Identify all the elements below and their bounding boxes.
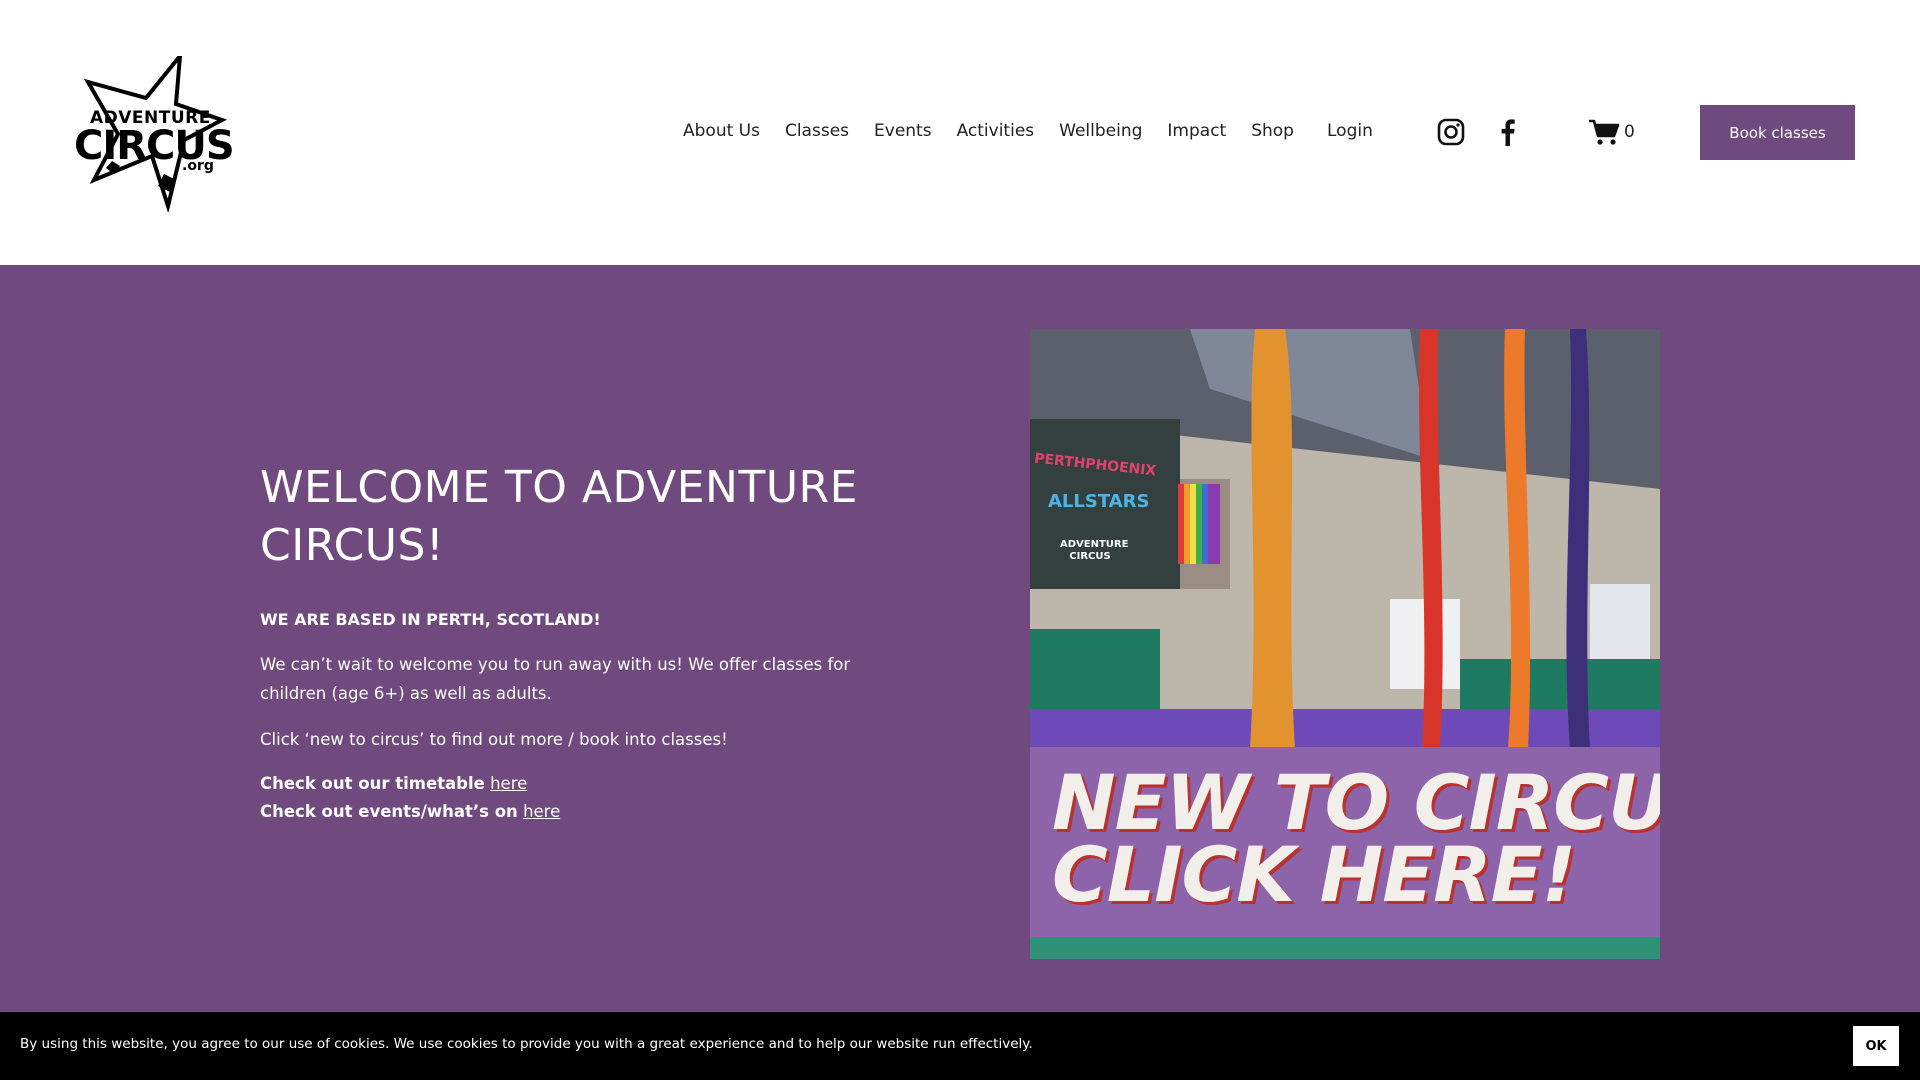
site-logo[interactable]: ADVENTURE CIRCUS .org xyxy=(72,49,242,214)
cart-count: 0 xyxy=(1624,122,1635,142)
facebook-icon[interactable] xyxy=(1494,118,1522,146)
hero-intro-text: We can’t wait to welcome you to run away… xyxy=(260,655,851,703)
logo-text-org: .org xyxy=(182,158,214,174)
events-label: Check out events/what’s on xyxy=(260,802,518,821)
nav-impact[interactable]: Impact xyxy=(1167,119,1226,143)
promo-floor xyxy=(1030,937,1660,959)
site-header: ADVENTURE CIRCUS .org About Us Classes E… xyxy=(0,0,1920,265)
new-to-circus-promo[interactable]: PERTHPHOENIX ALLSTARS ADVENTURE CIRCUS N… xyxy=(1030,329,1660,959)
cookie-text: By using this website, you agree to our … xyxy=(20,1036,1033,1052)
promo-line-2: CLICK HERE! xyxy=(1052,830,1576,919)
hero-links: Check out our timetable here Check out e… xyxy=(260,770,560,826)
hero-section: WELCOME TO ADVENTURE CIRCUS! WE ARE BASE… xyxy=(0,265,1920,1015)
hero-click-text: Click ‘new to circus’ to find out more /… xyxy=(260,730,728,749)
cart-button[interactable]: 0 xyxy=(1588,118,1635,146)
events-link[interactable]: here xyxy=(523,802,560,821)
nav-shop[interactable]: Shop xyxy=(1251,119,1294,143)
timetable-link[interactable]: here xyxy=(490,774,527,793)
nav-activities[interactable]: Activities xyxy=(957,119,1035,143)
book-classes-button[interactable]: Book classes xyxy=(1700,105,1855,160)
banner-allstars: ALLSTARS xyxy=(1048,491,1150,512)
nav-about-us[interactable]: About Us xyxy=(683,119,760,143)
nav-classes[interactable]: Classes xyxy=(785,119,849,143)
login-link[interactable]: Login xyxy=(1327,119,1373,143)
nav-wellbeing[interactable]: Wellbeing xyxy=(1059,119,1142,143)
timetable-label: Check out our timetable xyxy=(260,774,485,793)
instagram-icon[interactable] xyxy=(1437,118,1465,146)
banner-logo: ADVENTURE CIRCUS xyxy=(1060,539,1129,562)
cart-icon xyxy=(1589,119,1620,145)
hero-title: WELCOME TO ADVENTURE CIRCUS! xyxy=(260,462,858,571)
main-nav: About Us Classes Events Activities Wellb… xyxy=(683,119,1319,143)
cookie-ok-button[interactable]: OK xyxy=(1853,1026,1899,1066)
cookie-bar: By using this website, you agree to our … xyxy=(0,1012,1920,1080)
hero-subtitle: WE ARE BASED IN PERTH, SCOTLAND! xyxy=(260,610,601,629)
nav-events[interactable]: Events xyxy=(874,119,932,143)
